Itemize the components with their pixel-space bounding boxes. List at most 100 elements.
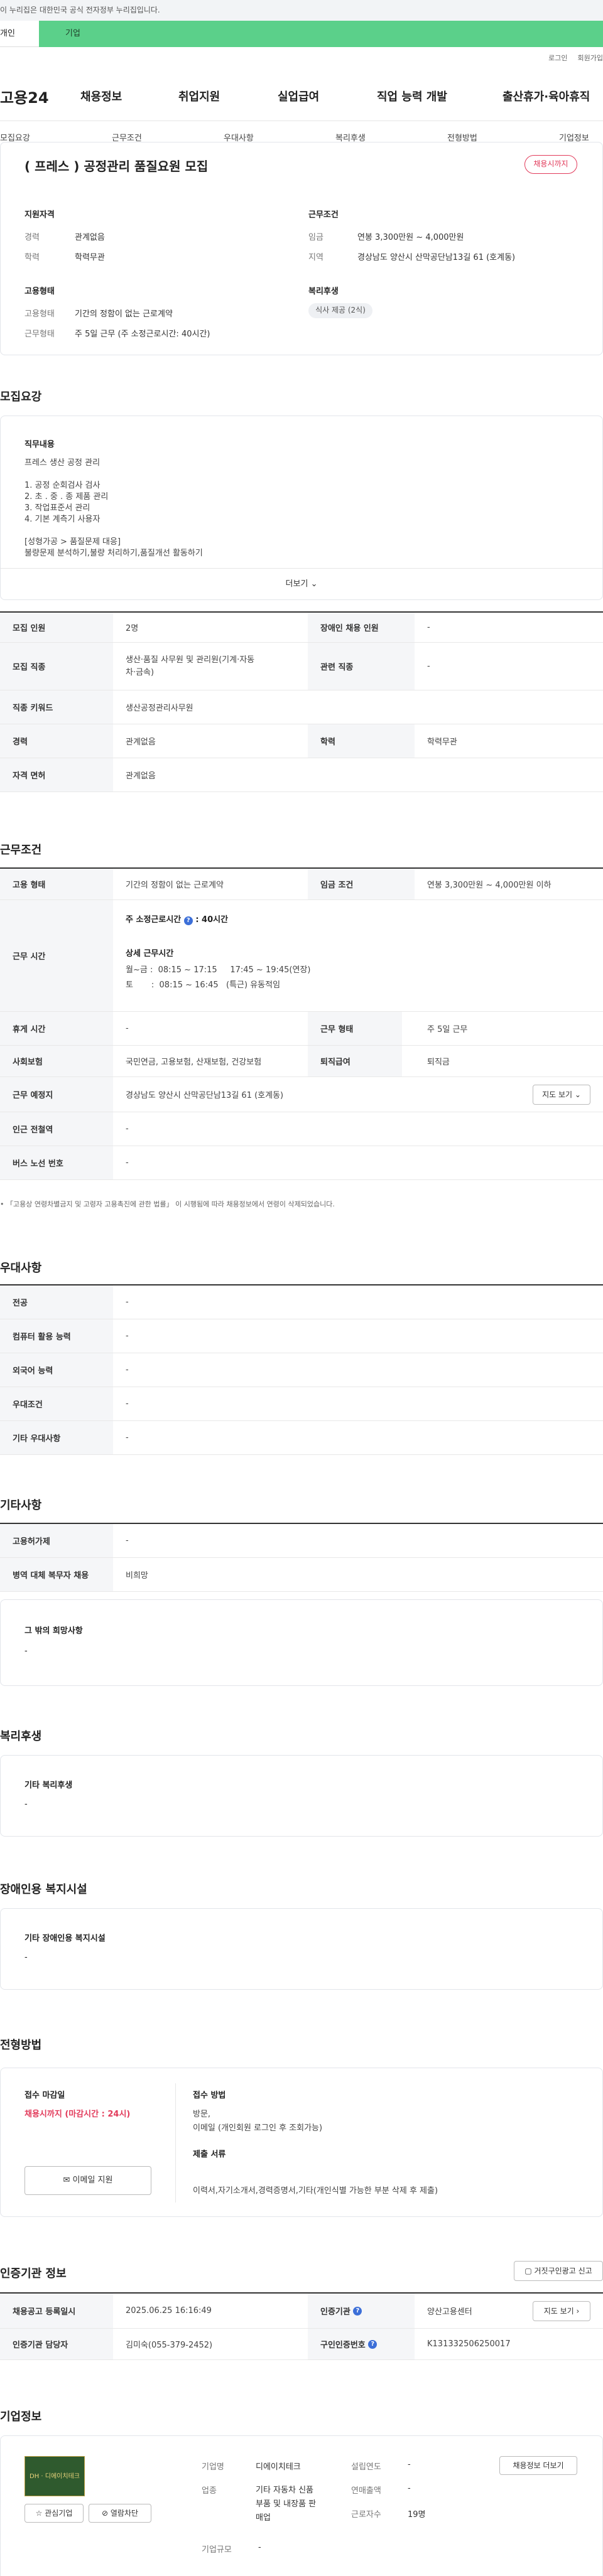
job-line: 1. 공정 순회검사 검사 (24, 481, 100, 490)
wage-label: 임금 (308, 233, 323, 242)
work-form-value: 주 5일 근무 (주 소정근로시간: 40시간) (75, 330, 210, 339)
recruit-heading: 모집요강 (0, 390, 42, 404)
company-heading: 기업정보 (0, 2410, 42, 2423)
row-value: 퇴직금 (427, 1058, 450, 1067)
row-value: 관계없음 (126, 771, 156, 781)
star-icon: ☆ (35, 2509, 43, 2518)
table-row: 인증기관 담당자 김미숙(055-379-2452) 구인인증번호 ? K131… (0, 2329, 603, 2360)
method-label: 접수 방법 (193, 2091, 226, 2100)
join-link[interactable]: 회원가입 (578, 54, 603, 62)
info-icon[interactable]: ? (353, 2306, 362, 2316)
job-line (24, 525, 203, 537)
job-line: [성형가공 > 품질문제 대응] (24, 537, 121, 547)
tab-company[interactable]: 기업 (39, 21, 603, 47)
report-button[interactable]: ▢ 거짓구인광고 신고 (514, 2261, 603, 2281)
emp-heading: 고용형태 (24, 287, 55, 296)
row-value: 기간의 정함이 없는 근로계약 (126, 881, 224, 890)
row-value: - (126, 1399, 129, 1409)
etc-box-label: 그 밖의 희망사항 (24, 1626, 83, 1636)
industry-line: 매업 (256, 2513, 271, 2523)
weekly-hours: 주 소정근로시간 ? : 40시간 (126, 913, 228, 925)
weekly-label: 주 소정근로시간 (126, 915, 182, 925)
industry-line: 기타 자동차 신품 (256, 2486, 313, 2495)
welfare-section-heading: 복리후생 (0, 1730, 42, 1743)
job-desc-card: 직무내용 프레스 생산 공정 관리 1. 공정 순회검사 검사 2. 초 . 중… (0, 416, 603, 600)
more-jobs-label: 채용정보 더보기 (513, 2461, 564, 2470)
row-label: 채용공고 등록일시 (0, 2294, 113, 2328)
more-jobs-button[interactable]: 채용정보 더보기 (499, 2456, 577, 2475)
name-label: 기업명 (202, 2462, 224, 2472)
gnb-item-jobs[interactable]: 채용정보 (80, 88, 122, 104)
row-label: 근무 형태 (308, 1012, 402, 1045)
etc-heading: 기타사항 (0, 1499, 42, 1512)
map-label: 지도 보기 (542, 1090, 573, 1099)
login-link[interactable]: 로그인 (548, 54, 567, 62)
info-icon[interactable]: ? (183, 916, 193, 925)
info-icon[interactable]: ? (368, 2339, 378, 2349)
age-notice-text: 「고용상 연령차별금지 및 고령자 고용촉진에 관한 법률」 이 시행됨에 따라… (6, 1200, 335, 1208)
gnb-item-support[interactable]: 취업지원 (178, 88, 220, 104)
table-row: 병역 대체 복무자 채용 비희망 (0, 1558, 603, 1592)
no-label: 구인인증번호 (320, 2341, 366, 2350)
divider (175, 2083, 176, 2203)
tab-personal[interactable]: 개인 (0, 21, 39, 47)
disab-box-label: 기타 장애인용 복지시설 (24, 1934, 106, 1943)
block-company-button[interactable]: ⊘ 열람차단 (89, 2504, 151, 2523)
row-value: 학력무관 (427, 738, 457, 747)
loc-label: 지역 (308, 253, 323, 262)
mail-icon: ✉ (63, 2176, 70, 2185)
row-label: 구인인증번호 ? (308, 2329, 415, 2359)
row-label: 버스 노선 번호 (0, 1146, 113, 1179)
cert-map-button[interactable]: 지도 보기 › (533, 2301, 590, 2321)
favorite-company-button[interactable]: ☆ 관심기업 (24, 2504, 84, 2523)
row-label: 관련 직종 (308, 643, 415, 690)
row-label: 직종 키워드 (0, 690, 113, 724)
row-value: 비희망 (126, 1571, 148, 1580)
table-row: 휴게 시간 - 근무 형태 주 5일 근무 (0, 1012, 603, 1046)
job-line: 4. 기본 계측기 사용자 (24, 515, 100, 524)
disab-box: 기타 장애인용 복지시설 - (0, 1908, 603, 1990)
chevron-down-icon: ⌄ (574, 1090, 581, 1099)
more-label: 더보기 (285, 579, 308, 589)
row-value: - (126, 1158, 129, 1167)
member-tabs: 개인 기업 (0, 21, 603, 47)
year-label: 설립연도 (351, 2462, 381, 2472)
deadline-label: 접수 마감일 (24, 2091, 65, 2100)
docs-label: 제출 서류 (193, 2150, 226, 2159)
emp-type-label: 고용형태 (24, 309, 55, 319)
gnb-item-benefit[interactable]: 실업급여 (278, 88, 319, 104)
gnb-item-leave[interactable]: 출산휴가·육아휴직 (503, 88, 590, 104)
method-value: 방문, (193, 2110, 211, 2119)
select-card: 접수 마감일 채용시까지 (마감시간 : 24시) ✉ 이메일 지원 접수 방법… (0, 2068, 603, 2217)
exp-label: 경력 (24, 233, 40, 242)
row-value: 관계없음 (126, 738, 156, 747)
docs-value: 이력서,자기소개서,경력증명서,기타(개인식별 가능한 부분 삭제 후 제출) (193, 2186, 438, 2196)
table-row: 고용 형태 기간의 정함이 없는 근로계약 임금 조건 연봉 3,300만원 ~… (0, 869, 603, 900)
row-label: 장애인 채용 인원 (308, 613, 415, 642)
row-label: 기타 우대사항 (0, 1421, 113, 1454)
more-button[interactable]: 더보기 ⌄ (1, 568, 602, 599)
cert-heading: 인증기관 정보 (0, 2267, 67, 2280)
gnb-item-training[interactable]: 직업 능력 개발 (377, 88, 447, 104)
report-label: 거짓구인광고 신고 (534, 2267, 592, 2275)
table-row: 자격 면허 관계없음 (0, 758, 603, 792)
map-button[interactable]: 지도 보기 ⌄ (533, 1085, 590, 1105)
welfare-box-value: - (24, 1800, 28, 1809)
table-row: 경력 관계없음 학력 학력무관 (0, 724, 603, 758)
table-row: 컴퓨터 활용 능력 - (0, 1319, 603, 1353)
row-value: - (126, 1365, 129, 1375)
row-value: K131332506250017 (427, 2339, 511, 2349)
table-row: 버스 노선 번호 - (0, 1146, 603, 1180)
size-value: - (258, 2543, 261, 2552)
job-line: 불량문제 분석하기,불량 처리하기,품질개선 활동하기 (24, 549, 203, 558)
select-heading: 전형방법 (0, 2039, 42, 2052)
util-menu: 로그인 회원가입 (538, 53, 603, 63)
site-logo[interactable]: 고용24 (0, 85, 49, 107)
row-value: - (126, 1433, 129, 1442)
email-apply-button[interactable]: ✉ 이메일 지원 (24, 2166, 151, 2195)
row-value: 국민연금, 고용보험, 산재보험, 건강보험 (126, 1058, 262, 1067)
summary-card: ( 프레스 ) 공정관리 품질요원 모집 채용시까지 지원자격 경력 관계없음 … (0, 142, 603, 355)
row-value: 경상남도 양산시 산막공단남13길 61 (호계동) (126, 1091, 284, 1100)
job-line: 3. 작업표준서 관리 (24, 503, 90, 513)
row-label: 모집 직종 (0, 643, 113, 690)
